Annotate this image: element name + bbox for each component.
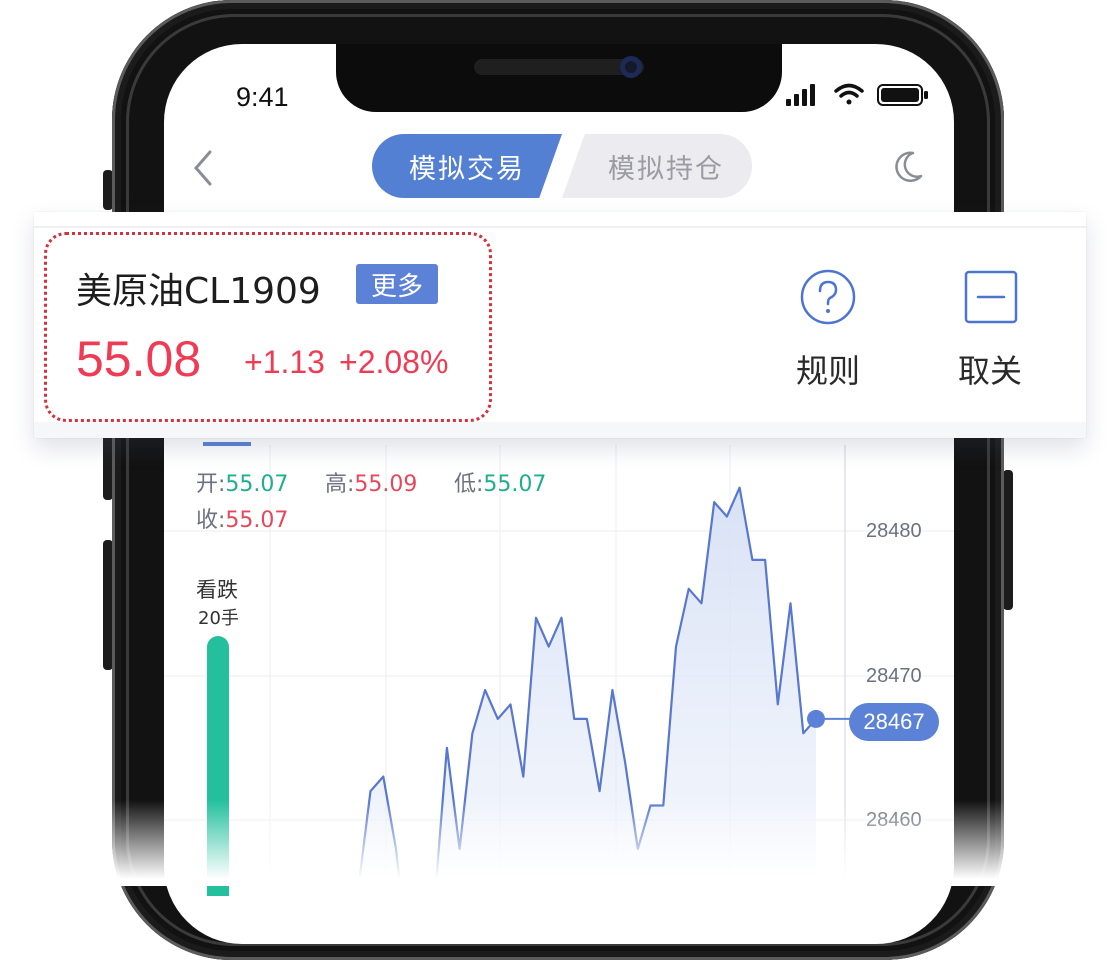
card-divider <box>34 226 1086 228</box>
price-change: +1.13 <box>244 344 325 380</box>
sentiment-lots: 20手 <box>198 608 239 629</box>
y-tick-label: 28470 <box>866 665 922 687</box>
current-price-tag: 28467 <box>849 703 939 741</box>
y-tick-label: 28460 <box>866 809 922 831</box>
last-price: 55.08 <box>76 331 202 387</box>
unfollow-icon[interactable] <box>962 268 1020 326</box>
quote-card: 美原油CL1909 更多 55.08 +1.13 +2.08% 规则 取关 <box>34 212 1086 438</box>
low-label: 低: <box>454 472 484 497</box>
ohlc-open: 开:55.07 <box>196 466 288 498</box>
close-label: 收: <box>196 508 226 533</box>
highlight-box <box>44 232 492 422</box>
ohlc-close: 收:55.07 <box>196 502 288 534</box>
help-circle-icon[interactable] <box>799 268 857 326</box>
bearish-volume-bar <box>207 636 229 896</box>
ohlc-high: 高:55.09 <box>325 466 417 498</box>
ohlc-low: 低:55.07 <box>454 466 546 498</box>
price-change-percent: +2.08% <box>339 344 449 380</box>
close-value: 55.07 <box>225 508 289 533</box>
symbol-name: 美原油CL1909 <box>76 271 321 312</box>
more-button[interactable]: 更多 <box>356 264 438 304</box>
price-chart <box>164 445 954 886</box>
rules-label[interactable]: 规则 <box>768 346 888 392</box>
high-label: 高: <box>325 472 355 497</box>
current-price-dot <box>807 709 825 728</box>
chart-area-fill <box>256 487 816 886</box>
sentiment-label: 看跌 <box>196 578 238 602</box>
card-bottom-strip <box>34 422 1086 438</box>
open-label: 开: <box>196 472 226 497</box>
unfollow-label[interactable]: 取关 <box>930 346 1050 392</box>
y-tick-label: 28480 <box>866 520 922 542</box>
low-value: 55.07 <box>483 472 547 497</box>
open-value: 55.07 <box>225 472 289 497</box>
high-value: 55.09 <box>354 472 418 497</box>
